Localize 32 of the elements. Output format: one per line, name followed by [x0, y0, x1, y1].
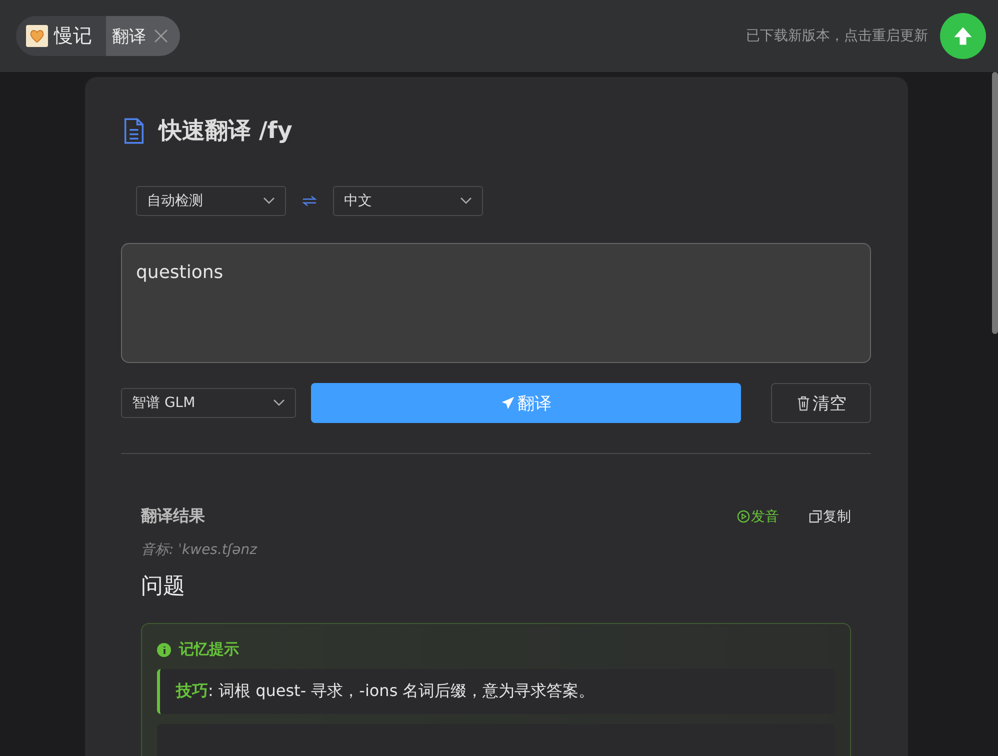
source-language-select[interactable]: 自动检测 — [136, 186, 286, 216]
chevron-down-icon — [273, 399, 285, 407]
chevron-down-icon — [263, 197, 275, 205]
tip-text: 技巧: 词根 quest- 寻求，-ions 名词后缀，意为寻求答案。 — [176, 681, 595, 700]
memory-tip-title: 记忆提示 — [179, 640, 239, 659]
home-tab[interactable]: 慢记 — [16, 16, 106, 56]
app-logo-icon — [26, 25, 48, 47]
document-icon — [123, 118, 145, 144]
chevron-down-icon — [460, 197, 472, 205]
target-language-select[interactable]: 中文 — [333, 186, 483, 216]
page-title: 快速翻译 /fy — [159, 117, 292, 146]
up-arrow-icon — [952, 25, 974, 47]
trash-icon — [796, 396, 810, 410]
info-icon — [157, 642, 171, 656]
copy-button[interactable]: 复制 — [809, 508, 851, 526]
result-heading: 翻译结果 — [141, 506, 205, 527]
clear-button[interactable]: 清空 — [771, 383, 871, 423]
translation-text: 问题 — [141, 573, 186, 601]
phonetic-text: 音标: ˈkwes.tʃənz — [141, 541, 258, 559]
update-button[interactable] — [940, 13, 986, 59]
speak-button[interactable]: 发音 — [737, 508, 779, 526]
send-icon — [500, 396, 514, 410]
tab[interactable]: 翻译 — [106, 16, 180, 56]
close-icon[interactable] — [154, 29, 168, 43]
scrollbar[interactable] — [992, 72, 998, 334]
text-input[interactable]: questions — [121, 243, 871, 363]
swap-icon[interactable] — [302, 195, 317, 207]
update-notice[interactable]: 已下载新版本，点击重启更新 — [746, 27, 928, 45]
copy-icon — [809, 510, 822, 523]
play-icon — [737, 510, 750, 523]
model-select[interactable]: 智谱 GLM — [121, 388, 296, 418]
app-name: 慢记 — [54, 24, 92, 49]
